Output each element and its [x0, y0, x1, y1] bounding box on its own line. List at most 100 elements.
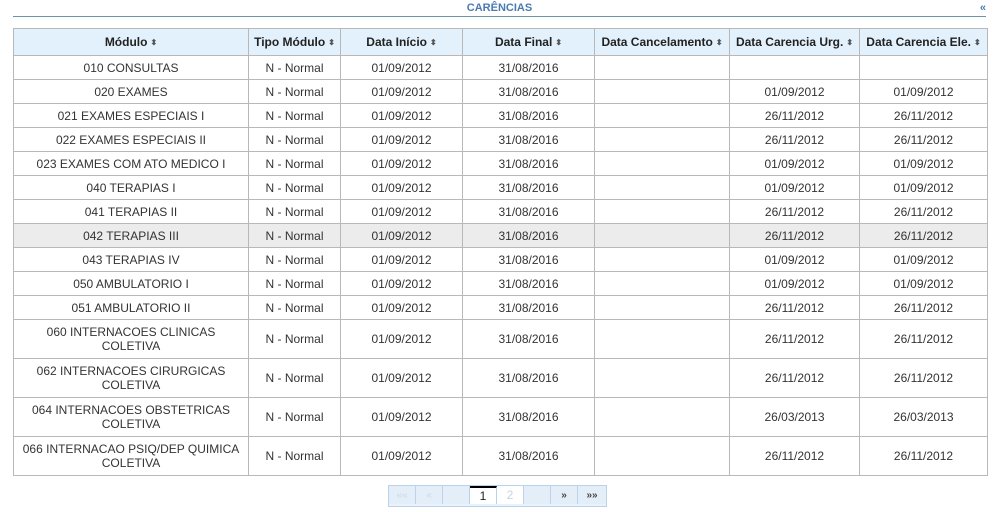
table-row[interactable]: 022 EXAMES ESPECIAIS II N - Normal 01/09/2…: [13, 127, 988, 152]
cell-data-cancelamento: [594, 295, 730, 320]
table-row[interactable]: 021 EXAMES ESPECIAIS IN - Normal 01/09/20…: [13, 103, 988, 128]
cell-data-cancelamento: [594, 358, 730, 398]
cell-data-carencia-urg: 26/11/2012: [729, 358, 860, 398]
cell-data-final: 31/08/2016: [462, 151, 595, 176]
table-row[interactable]: 064 INTERNACOES OBSTETRICAS COLETIVA N - …: [13, 397, 988, 437]
column-header-data-inicio[interactable]: Data Início ⬍: [340, 28, 463, 56]
table-row[interactable]: 023 EXAMES COM ATO MEDICO IN - Normal 01/…: [13, 151, 988, 176]
cell-data-carencia-urg: 26/11/2012: [729, 199, 860, 224]
column-header-data-carencia-ele[interactable]: Data Carencia Ele. ⬍: [859, 28, 988, 56]
table-row[interactable]: 051 AMBULATORIO II N - Normal 01/09/2012 31…: [13, 295, 988, 320]
cell-data-carencia-urg: 26/11/2012: [729, 295, 860, 320]
table-row[interactable]: 050 AMBULATORIO IN - Normal 01/09/2012 31/…: [13, 271, 988, 296]
sort-icon[interactable]: ⬍: [150, 38, 157, 47]
table-row[interactable]: 060 INTERNACOES CLINICAS COLETIVA N - Nor…: [13, 319, 988, 359]
table-row[interactable]: 010 CONSULTAS N - Normal 01/09/2012 31/08/2…: [13, 55, 988, 80]
cell-tipo-modulo: N - Normal: [248, 79, 341, 104]
cell-data-carencia-urg: 01/09/2012: [729, 151, 860, 176]
cell-data-carencia-ele: 26/11/2012: [859, 358, 988, 398]
cell-modulo: 020 EXAMES: [13, 79, 249, 104]
cell-data-inicio: 01/09/2012: [340, 55, 463, 80]
cell-data-carencia-ele: 26/03/2013: [859, 397, 988, 437]
pager-spacer: [524, 486, 551, 504]
cell-data-cancelamento: [594, 247, 730, 272]
first-page-button[interactable]: ««: [389, 486, 416, 504]
cell-data-cancelamento: [594, 151, 730, 176]
column-header-data-cancelamento[interactable]: Data Cancelamento ⬍: [594, 28, 730, 56]
sort-icon[interactable]: ⬍: [846, 38, 853, 47]
cell-tipo-modulo: N - Normal: [248, 436, 341, 476]
cell-tipo-modulo: N - Normal: [248, 55, 341, 80]
table-row[interactable]: 020 EXAMES N - Normal 01/09/2012 31/08/2016…: [13, 79, 988, 104]
cell-data-carencia-ele: 01/09/2012: [859, 79, 988, 104]
sort-icon[interactable]: ⬍: [328, 38, 335, 47]
table-row[interactable]: 042 TERAPIAS III N - Normal 01/09/2012 31/0…: [13, 223, 988, 248]
cell-data-carencia-ele: 26/11/2012: [859, 199, 988, 224]
page-1-button[interactable]: 1: [470, 486, 497, 504]
cell-data-carencia-ele: 01/09/2012: [859, 175, 988, 200]
cell-data-final: 31/08/2016: [462, 247, 595, 272]
cell-data-inicio: 01/09/2012: [340, 436, 463, 476]
collapse-panel-icon[interactable]: «: [980, 2, 986, 14]
cell-data-final: 31/08/2016: [462, 55, 595, 80]
cell-modulo: 062 INTERNACOES CIRURGICAS COLETIVA: [13, 358, 249, 398]
sort-icon[interactable]: ⬍: [555, 38, 562, 47]
cell-data-carencia-urg: 01/09/2012: [729, 247, 860, 272]
cell-data-carencia-urg: 26/11/2012: [729, 103, 860, 128]
cell-modulo: 051 AMBULATORIO II: [13, 295, 249, 320]
cell-data-cancelamento: [594, 55, 730, 80]
cell-data-carencia-ele: 26/11/2012: [859, 319, 988, 359]
cell-data-cancelamento: [594, 271, 730, 296]
table-row[interactable]: 066 INTERNACAO PSIQ/DEP QUIMICA COLETIVA…: [13, 436, 988, 476]
carencias-table: Módulo ⬍ Tipo Módulo ⬍ Data Início ⬍ Data F…: [13, 28, 988, 476]
cell-data-inicio: 01/09/2012: [340, 175, 463, 200]
cell-data-cancelamento: [594, 175, 730, 200]
sort-icon[interactable]: ⬍: [430, 38, 437, 47]
table-row[interactable]: 043 TERAPIAS IV N - Normal 01/09/2012 31/08…: [13, 247, 988, 272]
cell-tipo-modulo: N - Normal: [248, 151, 341, 176]
cell-data-inicio: 01/09/2012: [340, 199, 463, 224]
cell-data-carencia-ele: 26/11/2012: [859, 127, 988, 152]
cell-tipo-modulo: N - Normal: [248, 175, 341, 200]
cell-data-carencia-ele: [859, 55, 988, 80]
cell-data-final: 31/08/2016: [462, 397, 595, 437]
cell-data-final: 31/08/2016: [462, 358, 595, 398]
next-page-button[interactable]: »: [551, 486, 578, 504]
cell-data-carencia-urg: 26/11/2012: [729, 223, 860, 248]
column-header-data-carencia-urg[interactable]: Data Carencia Urg. ⬍: [729, 28, 860, 56]
cell-data-inicio: 01/09/2012: [340, 127, 463, 152]
cell-data-carencia-ele: 26/11/2012: [859, 103, 988, 128]
cell-modulo: 010 CONSULTAS: [13, 55, 249, 80]
cell-data-cancelamento: [594, 127, 730, 152]
cell-data-inicio: 01/09/2012: [340, 397, 463, 437]
cell-data-carencia-ele: 01/09/2012: [859, 151, 988, 176]
cell-data-inicio: 01/09/2012: [340, 319, 463, 359]
cell-data-cancelamento: [594, 319, 730, 359]
prev-page-button[interactable]: «: [416, 486, 443, 504]
cell-modulo: 022 EXAMES ESPECIAIS II: [13, 127, 249, 152]
column-header-modulo[interactable]: Módulo ⬍: [13, 28, 249, 56]
table-row[interactable]: 062 INTERNACOES CIRURGICAS COLETIVA N - N…: [13, 358, 988, 398]
cell-modulo: 043 TERAPIAS IV: [13, 247, 249, 272]
cell-data-final: 31/08/2016: [462, 175, 595, 200]
cell-modulo: 066 INTERNACAO PSIQ/DEP QUIMICA COLETIVA: [13, 436, 249, 476]
column-header-tipo-modulo[interactable]: Tipo Módulo ⬍: [248, 28, 341, 56]
cell-modulo: 021 EXAMES ESPECIAIS I: [13, 103, 249, 128]
last-page-button[interactable]: »»: [578, 486, 606, 504]
cell-data-cancelamento: [594, 436, 730, 476]
cell-data-cancelamento: [594, 397, 730, 437]
table-row[interactable]: 040 TERAPIAS IN - Normal 01/09/2012 31/08/…: [13, 175, 988, 200]
table-row[interactable]: 041 TERAPIAS II N - Normal 01/09/2012 31/08…: [13, 199, 988, 224]
cell-modulo: 060 INTERNACOES CLINICAS COLETIVA: [13, 319, 249, 359]
sort-icon[interactable]: ⬍: [716, 38, 723, 47]
cell-data-carencia-urg: 01/09/2012: [729, 79, 860, 104]
cell-data-cancelamento: [594, 199, 730, 224]
cell-tipo-modulo: N - Normal: [248, 199, 341, 224]
cell-data-final: 31/08/2016: [462, 436, 595, 476]
sort-icon[interactable]: ⬍: [974, 38, 981, 47]
column-header-data-final[interactable]: Data Final ⬍: [462, 28, 595, 56]
cell-data-inicio: 01/09/2012: [340, 271, 463, 296]
cell-data-cancelamento: [594, 79, 730, 104]
cell-modulo: 042 TERAPIAS III: [13, 223, 249, 248]
page-2-button[interactable]: 2: [497, 486, 524, 504]
